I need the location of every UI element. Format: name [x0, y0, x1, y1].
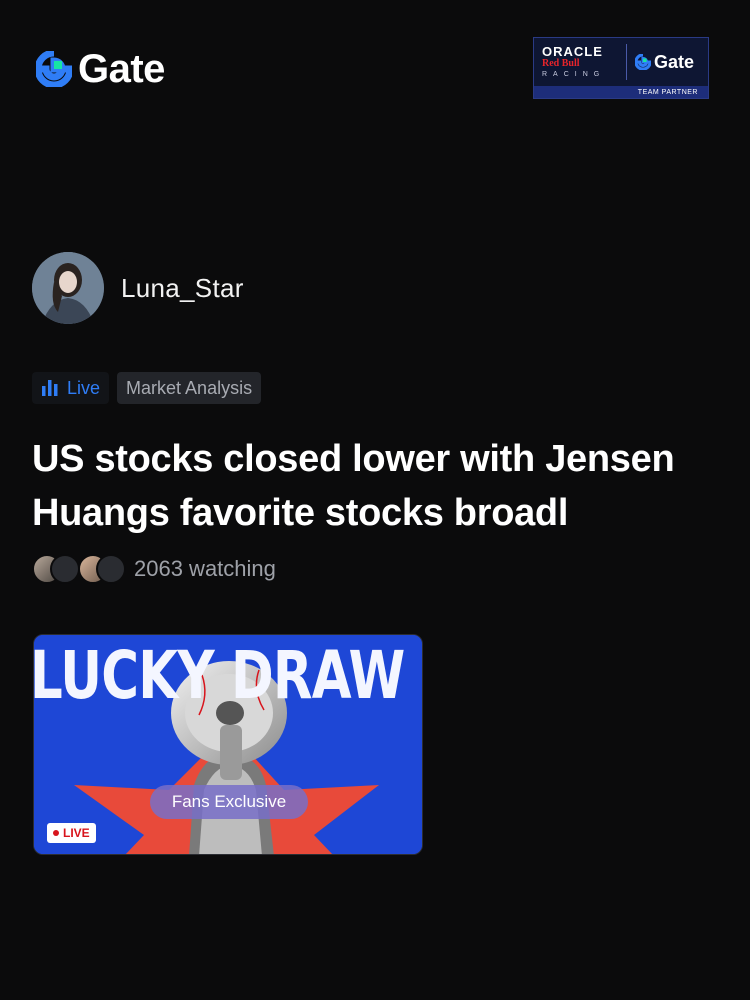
card-headline: LUCKY DRAW: [33, 637, 405, 714]
live-tag-label: Live: [67, 377, 101, 398]
watcher-avatars: [32, 552, 130, 586]
bar-chart-icon: [42, 380, 58, 396]
gate-logo-icon: [635, 54, 651, 70]
watcher-avatar: [96, 554, 126, 584]
badge-gate-label: Gate: [654, 51, 695, 72]
badge-divider: [626, 44, 627, 80]
logo-text: Gate: [78, 47, 165, 91]
watching-row: 2063 watching: [32, 552, 276, 586]
racing-label: RACING: [542, 71, 606, 78]
team-partner-badge: ORACLE Red Bull RACING Gate TEAM PARTNER: [533, 37, 709, 99]
redbull-label: Red Bull: [542, 58, 580, 69]
oracle-label: ORACLE: [542, 44, 603, 59]
live-dot-icon: [53, 830, 59, 836]
watching-count: 2063 watching: [134, 556, 276, 581]
avatar-image: [32, 252, 104, 324]
gate-logo[interactable]: Gate: [36, 47, 165, 91]
live-tag[interactable]: Live: [32, 372, 110, 404]
badge-caption: TEAM PARTNER: [534, 86, 708, 98]
live-badge: LIVE: [47, 823, 96, 843]
live-badge-label: LIVE: [63, 826, 90, 840]
category-tag[interactable]: Market Analysis: [117, 372, 262, 404]
tag-row: Live Market Analysis: [32, 372, 262, 404]
author-name[interactable]: Luna_Star: [121, 273, 244, 304]
live-stream-card[interactable]: LUCKY DRAW Fans Exclusive LIVE: [33, 634, 423, 855]
watcher-avatar: [50, 554, 80, 584]
fans-exclusive-pill: Fans Exclusive: [150, 785, 308, 819]
author-row[interactable]: Luna_Star: [32, 252, 244, 324]
gate-logo-icon: [36, 51, 72, 87]
post-title[interactable]: US stocks closed lower with Jensen Huang…: [32, 432, 722, 540]
avatar[interactable]: [32, 252, 104, 324]
